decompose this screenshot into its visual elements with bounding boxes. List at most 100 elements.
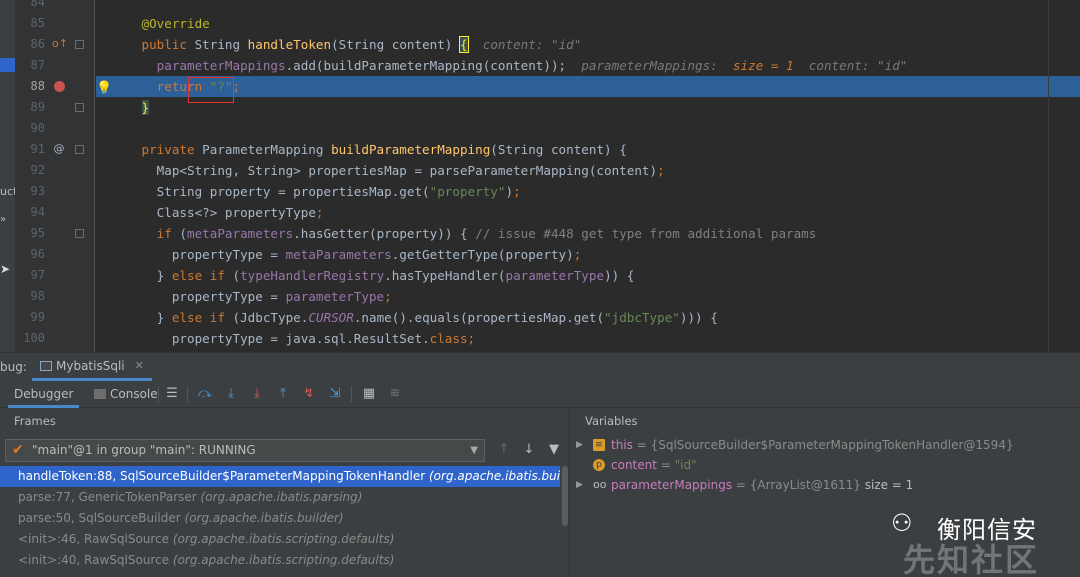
session-tab-label: MybatisSqli: [56, 358, 125, 373]
line-number: 99: [30, 310, 45, 324]
line-number: 94: [30, 205, 45, 219]
code-line: String property = propertiesMap.get("pro…: [156, 184, 521, 199]
tab-console[interactable]: Console: [90, 380, 158, 408]
field-list-icon: ≡: [593, 439, 605, 451]
fold-icon[interactable]: [75, 40, 84, 49]
code-line: if (metaParameters.hasGetter(property)) …: [156, 226, 817, 241]
lightbulb-icon[interactable]: 💡: [96, 78, 112, 99]
fold-icon[interactable]: [75, 103, 84, 112]
line-number: 100: [23, 331, 45, 345]
variable-row[interactable]: ▶ oo parameterMappings = {ArrayList@1611…: [571, 475, 1080, 495]
tab-debugger[interactable]: Debugger: [8, 380, 80, 408]
force-step-into-icon[interactable]: ⤓: [249, 386, 265, 402]
code-line: public String handleToken(String content…: [141, 36, 582, 53]
thread-selector[interactable]: ✔ "main"@1 in group "main": RUNNING ▼: [5, 439, 485, 462]
right-margin-guide: [1048, 0, 1049, 352]
step-into-icon[interactable]: ⤓: [223, 386, 239, 402]
debug-title-bar: bug: MybatisSqli ✕: [0, 352, 1080, 381]
usages-at-icon[interactable]: @: [52, 142, 66, 156]
project-selection-marker: [0, 58, 15, 72]
inline-debug-hint: content: "id": [482, 37, 582, 52]
code-area[interactable]: @Override public String handleToken(Stri…: [96, 0, 1080, 352]
run-to-cursor-icon[interactable]: ⇲: [327, 386, 343, 402]
frame-item[interactable]: parse:50, SqlSourceBuilder (org.apache.i…: [0, 508, 560, 529]
trace-stream-icon[interactable]: ≋: [387, 386, 403, 402]
red-highlight-box: [188, 77, 234, 103]
code-line: } else if (typeHandlerRegistry.hasTypeHa…: [156, 268, 635, 283]
code-line: }: [141, 100, 150, 115]
watch-glasses-icon: oo: [593, 478, 607, 491]
code-editor[interactable]: uct » ➤ 84 85 86 o↑ 87 88 89 90 91 @ 92 93…: [0, 0, 1080, 352]
code-line: propertyType = parameterType;: [171, 289, 392, 304]
line-number: 85: [30, 16, 45, 30]
code-line: private ParameterMapping buildParameterM…: [141, 142, 627, 157]
line-number: 93: [30, 184, 45, 198]
code-line: Class<?> propertyType;: [156, 205, 324, 220]
breakpoint-icon[interactable]: [54, 81, 65, 92]
variables-header: Variables: [585, 414, 638, 428]
left-tool-strip: uct » ➤: [0, 0, 17, 352]
line-number: 88: [30, 79, 45, 93]
debug-toolbar: Debugger Console ☰ ⤼ ⤓ ⤓ ⤒ ↯ ⇲ ▦ ≋: [0, 380, 1080, 408]
line-number: 87: [30, 58, 45, 72]
frames-header: Frames: [14, 414, 56, 428]
parameter-icon: p: [593, 459, 605, 471]
tab-console-label: Console: [110, 387, 158, 401]
debug-session-tab[interactable]: MybatisSqli ✕: [32, 353, 152, 381]
line-number: 96: [30, 247, 45, 261]
chevron-down-icon: ▼: [470, 445, 478, 456]
show-execution-point-icon[interactable]: ☰: [164, 386, 180, 402]
frames-scrollbar[interactable]: [562, 466, 568, 526]
frames-list: handleToken:88, SqlSourceBuilder$Paramet…: [0, 466, 560, 577]
thread-label: "main"@1 in group "main": RUNNING: [32, 443, 256, 457]
console-icon: [94, 389, 106, 399]
fold-icon[interactable]: [75, 229, 84, 238]
toolbar-separator: [351, 386, 352, 402]
close-icon[interactable]: ✕: [135, 359, 144, 372]
frame-item[interactable]: handleToken:88, SqlSourceBuilder$Paramet…: [0, 466, 560, 487]
toolbar-separator: [187, 386, 188, 402]
session-icon: [40, 360, 52, 371]
step-over-icon[interactable]: ⤼: [197, 386, 213, 402]
code-line: @Override: [141, 16, 210, 31]
fold-icon[interactable]: [75, 145, 84, 154]
filter-icon[interactable]: ▼: [545, 441, 563, 459]
expand-arrow-icon[interactable]: ▶: [576, 475, 583, 495]
variable-row[interactable]: p content = "id": [571, 455, 1080, 475]
watermark: ⚇ 衡阳信安 先知社区: [885, 505, 1080, 577]
line-number: 92: [30, 163, 45, 177]
frame-item[interactable]: parse:77, GenericTokenParser (org.apache…: [0, 487, 560, 508]
mouse-cursor-icon: ➤: [0, 262, 11, 276]
line-number: 91: [30, 142, 45, 156]
variable-row[interactable]: ▶ ≡ this = {SqlSourceBuilder$ParameterMa…: [571, 435, 1080, 455]
debug-label: bug:: [0, 360, 27, 374]
expand-arrow-icon[interactable]: ▶: [576, 435, 583, 455]
override-marker-icon[interactable]: o↑: [52, 37, 68, 51]
code-line: Map<String, String> propertiesMap = pars…: [156, 163, 665, 178]
frame-item[interactable]: <init>:46, RawSqlSource (org.apache.ibat…: [0, 529, 560, 550]
frames-pane: Frames ✔ "main"@1 in group "main": RUNNI…: [0, 408, 570, 577]
execution-line: 💡 return "?";: [96, 76, 1080, 97]
line-number: 97: [30, 268, 45, 282]
arrow-up-icon[interactable]: ↑: [495, 441, 513, 459]
expand-chevron-icon[interactable]: »: [0, 214, 6, 225]
line-number: 90: [30, 121, 45, 135]
frame-item[interactable]: <init>:40, RawSqlSource (org.apache.ibat…: [0, 550, 560, 571]
arrow-down-icon[interactable]: ↓: [520, 441, 538, 459]
line-number: 86: [30, 37, 45, 51]
line-number: 98: [30, 289, 45, 303]
code-line: propertyType = java.sql.ResultSet.class;: [171, 331, 476, 346]
drop-frame-icon[interactable]: ↯: [301, 386, 317, 402]
code-line: } else if (JdbcType.CURSOR.name().equals…: [156, 310, 718, 325]
code-line: parameterMappings.add(buildParameterMapp…: [156, 58, 908, 73]
step-out-icon[interactable]: ⤒: [275, 386, 291, 402]
toolbar-separator: [158, 386, 159, 402]
code-line: propertyType = metaParameters.getGetterT…: [171, 247, 582, 262]
line-number: 84: [30, 0, 45, 9]
thread-check-icon: ✔: [12, 442, 24, 458]
evaluate-expression-icon[interactable]: ▦: [361, 386, 377, 402]
line-gutter[interactable]: 84 85 86 o↑ 87 88 89 90 91 @ 92 93 94 95 9…: [15, 0, 95, 352]
line-number: 89: [30, 100, 45, 114]
line-number: 95: [30, 226, 45, 240]
watermark-subtitle: 先知社区: [903, 541, 1040, 577]
